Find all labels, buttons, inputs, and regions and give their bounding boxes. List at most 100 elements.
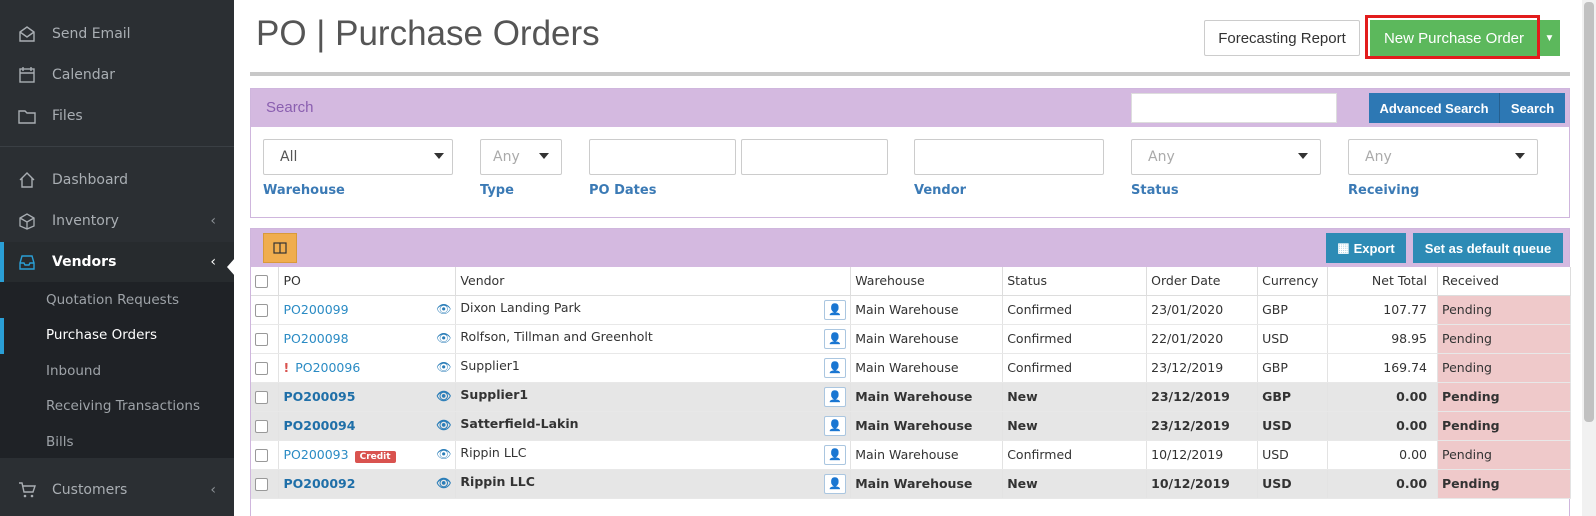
row-checkbox[interactable] (255, 420, 268, 433)
new-po-dropdown-toggle[interactable]: ▼ (1538, 20, 1560, 56)
warehouse-cell: Main Warehouse (850, 324, 1004, 354)
forecasting-report-button[interactable]: Forecasting Report (1204, 20, 1360, 56)
row-select-cell[interactable] (251, 469, 280, 499)
eye-icon[interactable]: 👁 (436, 418, 451, 432)
columns-toggle-button[interactable] (263, 233, 297, 263)
table-row[interactable]: PO200095 👁 Supplier1 👤 Main Warehouse New 23/1… (251, 382, 1571, 412)
sidebar-item-dashboard[interactable]: Dashboard (0, 160, 234, 200)
receiving-select[interactable]: Any (1348, 139, 1538, 175)
row-checkbox[interactable] (255, 478, 268, 491)
received-cell: Pending (1437, 295, 1571, 325)
user-icon[interactable]: 👤 (824, 444, 847, 465)
user-icon[interactable]: 👤 (824, 357, 847, 378)
vendor-input[interactable] (914, 139, 1104, 175)
po-link[interactable]: PO200099 (283, 302, 348, 317)
column-header-order-date[interactable]: Order Date (1146, 267, 1259, 296)
user-icon[interactable]: 👤 (824, 415, 847, 436)
eye-icon[interactable]: 👁 (436, 389, 451, 403)
po-link[interactable]: PO200092 (283, 476, 355, 491)
row-select-cell[interactable] (251, 353, 280, 383)
po-date-from-input[interactable] (589, 139, 736, 175)
po-link[interactable]: PO200093 (283, 447, 348, 462)
table-row[interactable]: PO200092 👁 Rippin LLC 👤 Main Warehouse New 10/… (251, 469, 1571, 499)
sidebar-item-bills[interactable]: Bills (46, 434, 74, 450)
po-link[interactable]: PO200094 (283, 418, 355, 433)
chevron-left-icon: ‹ (210, 482, 216, 498)
row-select-cell[interactable] (251, 295, 280, 325)
sidebar-item-customers[interactable]: Customers ‹ (0, 470, 234, 510)
po-date-to-input[interactable] (741, 139, 888, 175)
column-header-warehouse[interactable]: Warehouse (850, 267, 1004, 296)
table-row[interactable]: PO200094 👁 Satterfield-Lakin 👤 Main Warehous… (251, 411, 1571, 441)
search-input[interactable] (1131, 93, 1337, 123)
sidebar-item-inventory[interactable]: Inventory ‹ (0, 201, 234, 241)
vendor-cell: Rolfson, Tillman and Greenholt 👤 (455, 324, 852, 354)
table-row[interactable]: PO200099 👁 Dixon Landing Park 👤 Main Warehou… (251, 295, 1571, 325)
po-link[interactable]: PO200095 (283, 389, 355, 404)
search-title: Search (266, 99, 314, 116)
sidebar-item-label: Customers (52, 482, 128, 498)
sidebar-item-inbound[interactable]: Inbound (46, 363, 101, 379)
table-icon: ▦ (1337, 240, 1350, 255)
sidebar-item-vendors[interactable]: Vendors ‹ (0, 242, 234, 282)
send-email-icon (19, 26, 35, 42)
eye-icon[interactable]: 👁 (436, 331, 451, 345)
row-select-cell[interactable] (251, 440, 280, 470)
select-all-checkbox[interactable] (255, 275, 268, 289)
currency-cell: USD (1257, 469, 1329, 499)
column-header-net-total[interactable]: Net Total (1327, 267, 1439, 296)
sidebar-item-files[interactable]: Files (0, 96, 234, 136)
po-link[interactable]: PO200096 (295, 360, 360, 375)
eye-icon[interactable]: 👁 (436, 360, 451, 374)
row-checkbox[interactable] (255, 391, 268, 404)
row-select-cell[interactable] (251, 382, 280, 412)
advanced-search-button[interactable]: Advanced Search (1369, 93, 1499, 123)
sidebar-item-send-email[interactable]: Send Email (0, 14, 234, 54)
export-button[interactable]: ▦ Export (1326, 233, 1406, 263)
order-date-cell: 22/01/2020 (1146, 324, 1259, 354)
sidebar-item-quotation-requests[interactable]: Quotation Requests (46, 292, 179, 308)
sidebar-item-purchase-orders[interactable]: Purchase Orders (46, 327, 157, 343)
credit-badge: Credit (354, 450, 396, 463)
user-icon[interactable]: 👤 (824, 386, 847, 407)
set-default-queue-button[interactable]: Set as default queue (1413, 233, 1563, 263)
column-header-po[interactable]: PO (278, 267, 457, 296)
net-total-cell: 0.00 (1327, 382, 1439, 412)
table-row[interactable]: PO200098 👁 Rolfson, Tillman and Greenholt 👤… (251, 324, 1571, 354)
user-icon[interactable]: 👤 (824, 473, 847, 494)
po-link[interactable]: PO200098 (283, 331, 348, 346)
status-select[interactable]: Any (1131, 139, 1321, 175)
currency-cell: USD (1257, 411, 1329, 441)
column-header-received[interactable]: Received (1437, 267, 1571, 296)
table-row[interactable]: PO200093 Credit 👁 Rippin LLC 👤 Main Warehouse… (251, 440, 1571, 470)
table-row[interactable]: ! PO200096 👁 Supplier1 👤 Main Warehouse Confir… (251, 353, 1571, 383)
type-select[interactable]: Any (480, 139, 562, 175)
page-scrollbar[interactable] (1582, 0, 1596, 516)
caret-down-icon: ▼ (1544, 32, 1555, 44)
warehouse-select[interactable]: All (263, 139, 453, 175)
row-select-cell[interactable] (251, 324, 280, 354)
user-icon[interactable]: 👤 (824, 328, 847, 349)
row-checkbox[interactable] (255, 304, 268, 317)
vendor-cell: Rippin LLC 👤 (455, 469, 852, 499)
active-indicator (0, 242, 4, 282)
row-checkbox[interactable] (255, 333, 268, 346)
row-checkbox[interactable] (255, 449, 268, 462)
column-header-currency[interactable]: Currency (1257, 267, 1329, 296)
scrollbar-thumb[interactable] (1584, 2, 1594, 422)
column-header-status[interactable]: Status (1002, 267, 1148, 296)
search-button[interactable]: Search (1499, 93, 1565, 123)
column-header-vendor[interactable]: Vendor (455, 267, 852, 296)
select-all-cell[interactable] (251, 267, 280, 296)
eye-icon[interactable]: 👁 (436, 447, 451, 461)
eye-icon[interactable]: 👁 (436, 476, 451, 490)
sidebar-item-calendar[interactable]: Calendar (0, 55, 234, 95)
order-date-cell: 23/12/2019 (1146, 353, 1259, 383)
po-cell: ! PO200096 👁 (278, 353, 457, 383)
sidebar-item-receiving-transactions[interactable]: Receiving Transactions (46, 398, 200, 414)
net-total-cell: 169.74 (1327, 353, 1439, 383)
row-checkbox[interactable] (255, 362, 268, 375)
user-icon[interactable]: 👤 (824, 299, 847, 320)
eye-icon[interactable]: 👁 (436, 302, 451, 316)
row-select-cell[interactable] (251, 411, 280, 441)
